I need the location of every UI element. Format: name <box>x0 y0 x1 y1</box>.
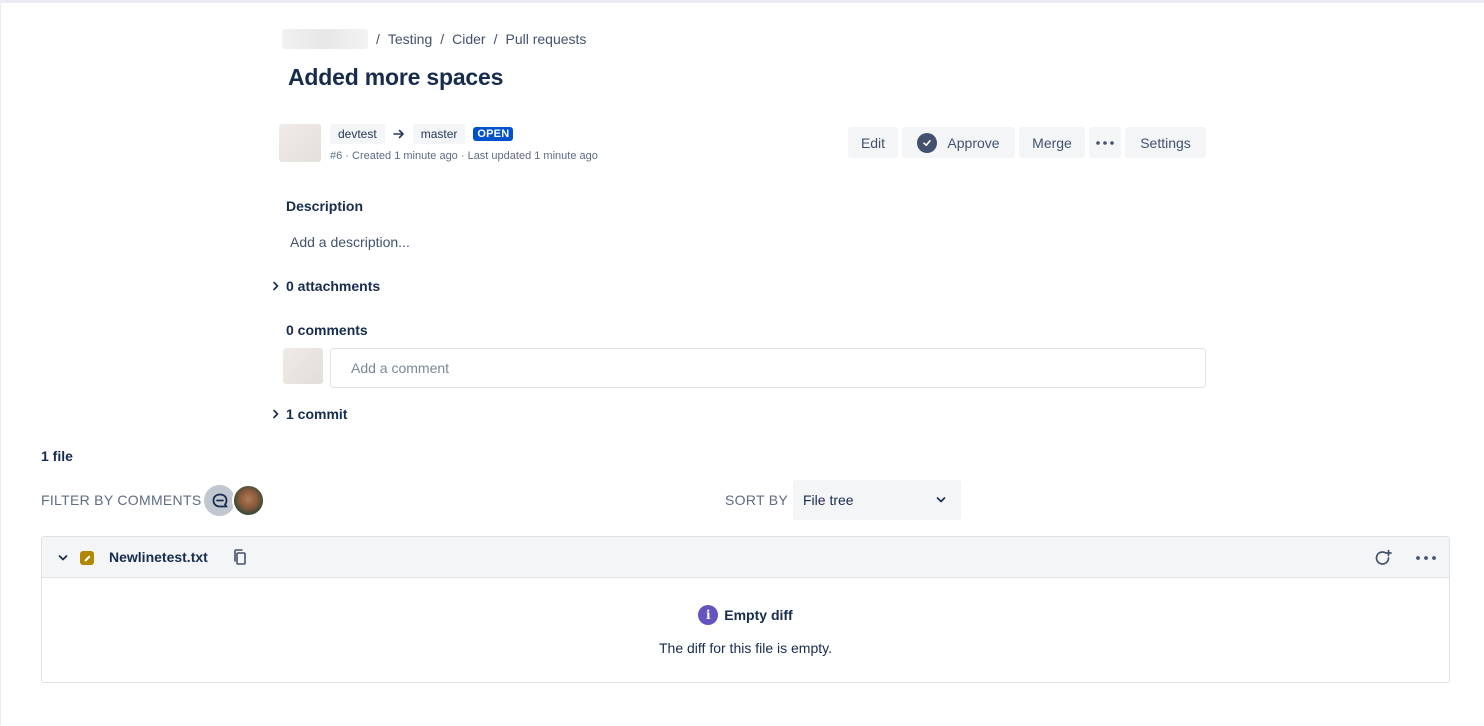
branch-row: devtest master OPEN <box>330 124 514 144</box>
check-circle-icon <box>917 132 938 153</box>
page-title: Added more spaces <box>288 64 504 90</box>
files-count: 1 file <box>41 448 73 464</box>
attachments-label: 0 attachments <box>286 278 381 294</box>
copy-icon[interactable] <box>231 548 249 566</box>
description-placeholder[interactable]: Add a description... <box>290 234 410 250</box>
chevron-right-icon <box>273 281 279 291</box>
comment-filter-icon[interactable] <box>204 485 235 516</box>
arrow-right-icon <box>392 129 404 139</box>
file-diff-card: Newlinetest.txt i Empty diff The diff fo… <box>41 536 1450 683</box>
chevron-right-icon <box>273 409 279 419</box>
empty-diff-description: The diff for this file is empty. <box>659 640 832 656</box>
breadcrumb-item-cider[interactable]: Cider <box>452 31 485 47</box>
breadcrumb-separator: / <box>376 31 380 47</box>
merge-button-label: Merge <box>1032 134 1072 151</box>
more-horizontal-icon <box>1096 140 1114 145</box>
attachments-toggle[interactable]: 0 attachments <box>270 278 380 294</box>
empty-diff-title: i Empty diff <box>42 605 1449 625</box>
sort-by-label: SORT BY <box>725 492 789 508</box>
empty-diff-title-text: Empty diff <box>724 607 793 623</box>
target-branch-tag[interactable]: master <box>412 124 466 144</box>
chevron-down-icon <box>936 497 946 503</box>
author-avatar[interactable] <box>279 124 321 162</box>
file-modified-icon <box>80 551 94 565</box>
top-border <box>0 0 1484 3</box>
merge-button[interactable]: Merge <box>1019 127 1085 158</box>
edit-button[interactable]: Edit <box>848 127 898 158</box>
description-label: Description <box>286 198 364 214</box>
file-diff-header: Newlinetest.txt <box>42 537 1449 578</box>
approve-button[interactable]: Approve <box>902 127 1015 158</box>
more-horizontal-icon[interactable] <box>1415 548 1437 568</box>
status-badge: OPEN <box>473 127 514 141</box>
filter-by-comments-label: FILTER BY COMMENTS <box>41 492 202 508</box>
sort-select-value: File tree <box>803 492 854 508</box>
settings-button-label: Settings <box>1140 134 1191 151</box>
pr-meta-line: #6 · Created 1 minute ago · Last updated… <box>330 150 598 162</box>
left-border <box>0 0 1 726</box>
comments-label: 0 comments <box>286 322 368 338</box>
more-actions-button[interactable] <box>1089 127 1121 158</box>
breadcrumb-item-pull-requests[interactable]: Pull requests <box>506 31 587 47</box>
comment-input[interactable]: Add a comment <box>330 348 1206 388</box>
add-comment-icon[interactable] <box>1373 548 1393 568</box>
info-icon: i <box>698 605 719 625</box>
breadcrumb-item-testing[interactable]: Testing <box>388 31 432 47</box>
breadcrumb-separator: / <box>440 31 445 47</box>
edit-button-label: Edit <box>860 134 886 151</box>
commits-toggle[interactable]: 1 commit <box>270 406 347 422</box>
current-user-avatar <box>283 348 323 384</box>
source-branch-tag[interactable]: devtest <box>330 124 385 144</box>
breadcrumb: / Testing / Cider / Pull requests <box>282 28 586 50</box>
settings-button[interactable]: Settings <box>1125 127 1206 158</box>
breadcrumb-separator: / <box>493 31 498 47</box>
breadcrumb-workspace-redacted[interactable] <box>282 29 368 49</box>
commits-label: 1 commit <box>286 406 348 422</box>
sort-select[interactable]: File tree <box>793 480 961 520</box>
approve-button-label: Approve <box>947 134 1000 151</box>
chevron-down-icon[interactable] <box>57 552 69 564</box>
file-name[interactable]: Newlinetest.txt <box>109 549 208 565</box>
reviewer-avatar[interactable] <box>232 484 265 517</box>
comment-input-placeholder: Add a comment <box>351 360 450 376</box>
